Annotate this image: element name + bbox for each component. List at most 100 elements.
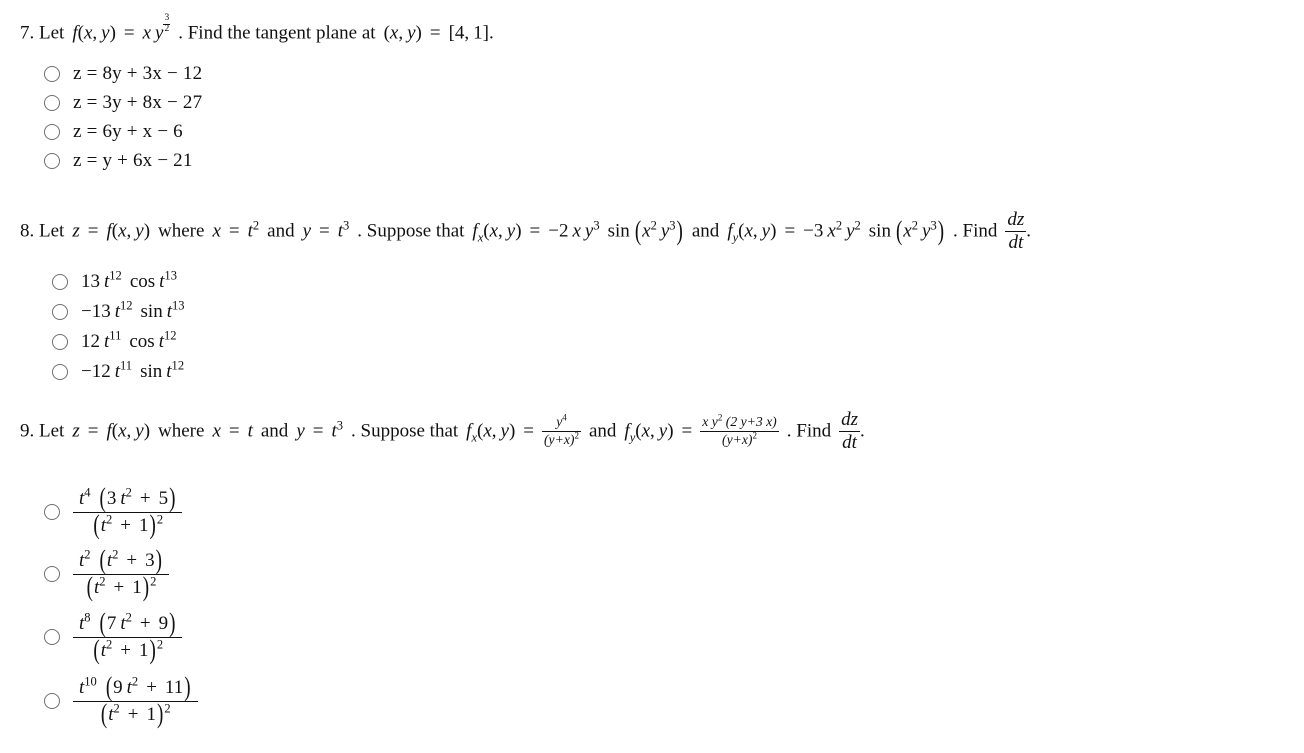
q9-fx-denominator: (y+x)2: [544, 430, 579, 447]
q7-exponent-denominator: 2: [164, 24, 170, 35]
o8b-trig: sin: [140, 301, 163, 322]
question-7-stem: 7. Let f(x, y) = x y 3 2. Find the tangent plan…: [20, 13, 494, 44]
q9-terminator: .: [860, 420, 865, 442]
q8-derivative-denominator: dt: [1008, 231, 1024, 253]
o9c-t-power: 8: [84, 610, 91, 625]
option-7d[interactable]: z = y + 6x − 21: [44, 151, 193, 170]
o9a-fraction: t4 (3 t2 +5) (t2 +1)2: [73, 483, 183, 541]
quiz-page: 7. Let f(x, y) = x y 3 2. Find the tangent plan…: [0, 0, 1304, 753]
o9a-t-power: 4: [84, 485, 91, 500]
option-8c[interactable]: 12 t11 cos t12: [52, 328, 177, 352]
o8b-arg-power: 13: [172, 298, 185, 313]
o8a-t-power: 12: [109, 268, 122, 283]
radio-button[interactable]: [52, 273, 68, 290]
option-8b[interactable]: −13 t12 sin t13: [52, 298, 185, 322]
o8c-coef: 12: [81, 331, 100, 352]
o9b-t-power: 2: [84, 547, 91, 562]
option-label: t8 (7 t2 +9) (t2 +1)2: [73, 608, 183, 665]
q9-suppose: . Suppose that: [351, 420, 459, 442]
option-7a[interactable]: z = 8y + 3x − 12: [44, 64, 202, 83]
o8c-trig: cos: [129, 331, 155, 352]
radio-button[interactable]: [44, 504, 60, 521]
option-8d[interactable]: −12 t11 sin t12: [52, 358, 185, 382]
option-label: z = 6y + x − 6: [73, 121, 183, 142]
option-9c[interactable]: t8 (7 t2 +9) (t2 +1)2: [44, 608, 183, 665]
option-label: −13 t12 sin t13: [81, 298, 185, 322]
question-7-number: 7.: [20, 22, 35, 44]
o8a-coef: 13: [81, 271, 100, 292]
q7-instruction: . Find the tangent plane at: [178, 22, 376, 44]
o9a-const: 5: [158, 488, 169, 509]
option-label: 13 t12 cos t13: [81, 268, 177, 292]
q8-and-2: and: [691, 220, 720, 242]
option-9a[interactable]: t4 (3 t2 +5) (t2 +1)2: [44, 483, 183, 541]
o8d-coef: −12: [81, 361, 111, 382]
option-label: z = y + 6x − 21: [73, 150, 193, 171]
o9c-numerator: t8 (7 t2 +9): [73, 608, 183, 639]
radio-button[interactable]: [44, 94, 60, 111]
radio-button[interactable]: [44, 693, 60, 710]
q9-and-1: and: [260, 420, 289, 442]
option-label: z = 8y + 3x − 12: [73, 63, 203, 84]
q7-exponent-three-halves: 32: [163, 13, 171, 35]
radio-button[interactable]: [52, 363, 68, 380]
o8d-arg-power: 12: [171, 358, 185, 373]
q9-derivative-denominator: dt: [842, 431, 857, 453]
q9-derivative-dz-dt: dz dt: [839, 410, 861, 453]
option-label: −12 t11 sin t12: [81, 358, 185, 382]
o9c-const: 9: [158, 613, 169, 634]
q9-fy-denominator: (y+x)2: [722, 430, 757, 447]
q9-find: . Find: [786, 420, 832, 442]
o9c-fraction: t8 (7 t2 +9) (t2 +1)2: [73, 608, 183, 665]
o8c-t-power: 11: [109, 328, 122, 343]
o9c-coef: 7: [106, 613, 117, 634]
radio-button[interactable]: [52, 333, 68, 350]
radio-button[interactable]: [52, 303, 68, 320]
option-9d[interactable]: t10 (9 t2 +11) (t2 +1)2: [44, 672, 198, 730]
o8a-arg-power: 13: [164, 268, 177, 283]
o9d-t-power: 10: [84, 674, 97, 689]
question-9-stem: 9. Let z = f(x, y) where x = t and y = t3. Suppose t…: [20, 409, 865, 453]
option-label: 12 t11 cos t12: [81, 328, 177, 352]
option-7b[interactable]: z = 3y + 8x − 27: [44, 93, 202, 112]
q9-and-2: and: [588, 420, 617, 442]
q8-suppose: . Suppose that: [357, 220, 465, 242]
option-8a[interactable]: 13 t12 cos t13: [52, 268, 177, 292]
o9d-const: 11: [164, 677, 184, 698]
q8-where: where: [158, 220, 205, 242]
question-9-number: 9.: [20, 420, 35, 442]
o9d-denominator: (t2 +1)2: [100, 698, 171, 730]
radio-button[interactable]: [44, 152, 60, 169]
q9-where: where: [158, 420, 205, 442]
q8-find: . Find: [953, 220, 998, 242]
option-label: t2 (t2 +3) (t2 +1)2: [73, 545, 169, 603]
option-7c[interactable]: z = 6y + x − 6: [44, 122, 183, 141]
q9-fy-fraction: x y2 (2 y+3 x) (y+x)2: [700, 413, 779, 448]
option-label: t10 (9 t2 +11) (t2 +1)2: [73, 672, 198, 730]
o9a-denominator: (t2 +1)2: [93, 509, 164, 541]
option-label: t4 (3 t2 +5) (t2 +1)2: [73, 483, 183, 541]
q9-fy-numerator: x y2 (2 y+3 x): [700, 413, 779, 432]
o8d-trig: sin: [140, 361, 163, 382]
q8-derivative-numerator: dz: [1005, 209, 1027, 232]
q9-fx-fraction: y4 (y+x)2: [542, 413, 581, 448]
radio-button[interactable]: [44, 566, 60, 583]
o9d-coef: 9: [113, 677, 123, 698]
o9a-numerator: t4 (3 t2 +5): [73, 483, 183, 514]
question-8-stem: 8. Let z = f(x, y) where x = t2 and y = t3. Suppose …: [20, 209, 1032, 253]
o9b-fraction: t2 (t2 +3) (t2 +1)2: [73, 545, 169, 603]
o8d-t-power: 11: [120, 358, 133, 373]
option-9b[interactable]: t2 (t2 +3) (t2 +1)2: [44, 545, 169, 603]
o8a-trig: cos: [129, 271, 156, 292]
q8-and-1: and: [267, 220, 295, 242]
question-8-number: 8.: [20, 220, 35, 242]
q8-lead: Let: [39, 220, 65, 242]
o9b-denominator: (t2 +1)2: [86, 571, 157, 603]
radio-button[interactable]: [44, 123, 60, 140]
radio-button[interactable]: [44, 629, 60, 646]
o9d-fraction: t10 (9 t2 +11) (t2 +1)2: [73, 672, 198, 730]
radio-button[interactable]: [44, 65, 60, 82]
o9a-coef: 3: [106, 488, 117, 509]
q7-lead: Let: [39, 22, 65, 44]
option-label: z = 3y + 8x − 27: [73, 92, 203, 113]
